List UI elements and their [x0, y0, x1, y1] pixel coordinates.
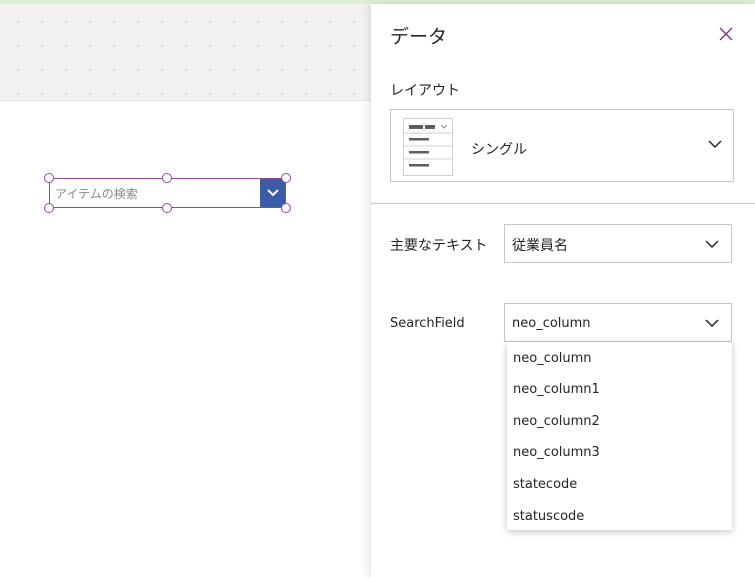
- option-statuscode[interactable]: statuscode: [513, 509, 584, 524]
- primary-text-dropdown[interactable]: 従業員名: [504, 224, 732, 263]
- option-statecode[interactable]: statecode: [513, 477, 577, 492]
- resize-handle-bottom-center[interactable]: [162, 203, 172, 213]
- layout-thumbnail: [403, 118, 453, 176]
- option-neo-column[interactable]: neo_column: [513, 351, 592, 366]
- chevron-down-icon: [705, 319, 719, 328]
- chevron-down-icon: [705, 240, 719, 249]
- panel-title: データ: [390, 26, 448, 48]
- search-field-value: neo_column: [512, 316, 591, 331]
- resize-handle-bottom-right[interactable]: [281, 203, 291, 213]
- primary-text-value: 従業員名: [512, 238, 568, 254]
- option-neo-column1[interactable]: neo_column1: [513, 382, 600, 397]
- close-button[interactable]: [716, 24, 736, 44]
- layout-value: シングル: [471, 142, 527, 158]
- close-icon: [719, 27, 733, 41]
- resize-handle-top-right[interactable]: [281, 173, 291, 183]
- option-neo-column2[interactable]: neo_column2: [513, 414, 600, 429]
- resize-handle-top-left[interactable]: [44, 173, 54, 183]
- search-field-label: SearchField: [390, 316, 465, 331]
- combobox-expand-button[interactable]: [260, 179, 285, 207]
- combobox-placeholder: アイテムの検索: [55, 187, 138, 201]
- section-divider: [371, 203, 755, 204]
- layout-selector[interactable]: シングル: [390, 109, 734, 182]
- chevron-down-icon: [266, 189, 279, 197]
- option-neo-column3[interactable]: neo_column3: [513, 445, 600, 460]
- layout-label: レイアウト: [390, 83, 460, 99]
- primary-text-label: 主要なテキスト: [390, 238, 488, 254]
- resize-handle-top-center[interactable]: [162, 173, 172, 183]
- search-field-options-menu: neo_column neo_column1 neo_column2 neo_c…: [507, 342, 732, 530]
- search-field-dropdown[interactable]: neo_column: [504, 303, 732, 342]
- design-canvas[interactable]: [0, 4, 371, 578]
- chevron-down-icon: [708, 140, 722, 149]
- canvas-grid-background: [0, 4, 371, 100]
- canvas-edge: [0, 100, 371, 101]
- resize-handle-bottom-left[interactable]: [44, 203, 54, 213]
